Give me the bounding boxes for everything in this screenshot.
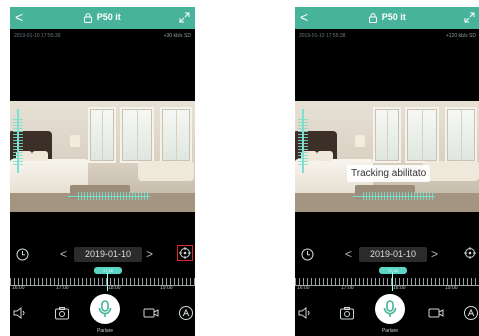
timeline-label: 19:00 [160, 285, 173, 291]
sofa [138, 161, 194, 181]
crosshair-target-icon [464, 247, 476, 259]
bitrate-indicator: +30 kb/s SD [163, 33, 191, 39]
date-selector[interactable]: 2019-01-10 [74, 247, 142, 262]
camera-icon[interactable] [339, 305, 355, 321]
window [120, 107, 154, 163]
timeline-current-time: 17:45 [94, 267, 122, 274]
timeline-label: 17:00 [341, 285, 354, 291]
next-date-button[interactable]: > [431, 247, 441, 261]
auto-icon[interactable] [463, 305, 479, 321]
sofa [423, 161, 479, 181]
timeline-label: 18:00 [393, 285, 406, 291]
device-title: P50 it [295, 11, 479, 24]
previous-date-button[interactable]: < [60, 247, 70, 261]
timeline-label: 16:00 [12, 285, 25, 291]
window [405, 107, 439, 163]
auto-icon[interactable] [178, 305, 194, 321]
previous-date-button[interactable]: < [345, 247, 355, 261]
video-icon[interactable] [143, 305, 159, 321]
lamp [355, 135, 365, 147]
timestamp-overlay: 2019-01-10 17:55:38 [299, 33, 346, 39]
bottom-toolbar: Parlare [10, 294, 195, 336]
bitrate-indicator: +120 kb/s SD [445, 33, 476, 39]
lock-icon [84, 12, 93, 23]
playback-controls: < 2019-01-10 > [10, 245, 195, 267]
camera-live-view[interactable] [10, 101, 195, 212]
timeline-ruler [295, 278, 479, 285]
camera-live-view[interactable]: Tracking abilitato [295, 101, 479, 212]
talk-button[interactable] [375, 294, 405, 324]
timeline-ruler [10, 278, 195, 285]
playback-timeline[interactable]: 17:45 16:00 17:00 18:00 19:00 [295, 267, 479, 291]
device-title-text: P50 it [381, 12, 406, 22]
ptz-vertical-scale[interactable] [298, 109, 308, 173]
timeline-label: 19:00 [445, 285, 458, 291]
bottom-toolbar: Parlare [295, 294, 479, 336]
speaker-icon[interactable] [297, 305, 313, 321]
camera-icon[interactable] [54, 305, 70, 321]
device-title: P50 it [10, 11, 195, 24]
microphone-icon [98, 300, 112, 317]
lamp [70, 135, 80, 147]
timeline-label: 18:00 [108, 285, 121, 291]
pillow [317, 151, 333, 161]
talk-label: Parlare [381, 328, 399, 334]
date-selector[interactable]: 2019-01-10 [359, 247, 427, 262]
expand-icon[interactable] [464, 12, 475, 23]
window [88, 107, 116, 163]
clock-icon[interactable] [301, 248, 314, 261]
video-icon[interactable] [428, 305, 444, 321]
ptz-horizontal-scale[interactable] [68, 192, 150, 200]
next-date-button[interactable]: > [146, 247, 156, 261]
ptz-vertical-scale[interactable] [13, 109, 23, 173]
playback-timeline[interactable]: 17:45 16:00 17:00 18:00 19:00 [10, 267, 195, 291]
window [373, 107, 401, 163]
pillow [32, 151, 48, 161]
tracking-toggle-button[interactable] [462, 245, 478, 261]
title-bar: < P50 it [295, 7, 479, 29]
microphone-icon [383, 300, 397, 317]
phone-screen-right: < P50 it 2019-01-10 17:55:38 +120 kb/s S… [295, 7, 479, 336]
tracking-toggle-button[interactable] [177, 245, 193, 261]
ptz-horizontal-scale[interactable] [353, 192, 435, 200]
talk-button[interactable] [90, 294, 120, 324]
clock-icon[interactable] [16, 248, 29, 261]
title-bar: < P50 it [10, 7, 195, 29]
device-title-text: P50 it [96, 12, 121, 22]
timestamp-overlay: 2019-01-10 17:55:39 [14, 33, 61, 39]
phone-screen-left: < P50 it 2019-01-10 17:55:39 +30 kb/s SD [10, 7, 195, 336]
expand-icon[interactable] [179, 12, 190, 23]
speaker-icon[interactable] [12, 305, 28, 321]
timeline-label: 16:00 [297, 285, 310, 291]
crosshair-target-icon [179, 247, 191, 259]
talk-label: Parlare [96, 328, 114, 334]
window [445, 107, 477, 163]
timeline-label: 17:00 [56, 285, 69, 291]
timeline-current-time: 17:45 [379, 267, 407, 274]
tracking-enabled-toast: Tracking abilitato [347, 165, 431, 182]
lock-icon [369, 12, 378, 23]
window [160, 107, 192, 163]
playback-controls: < 2019-01-10 > [295, 245, 479, 267]
